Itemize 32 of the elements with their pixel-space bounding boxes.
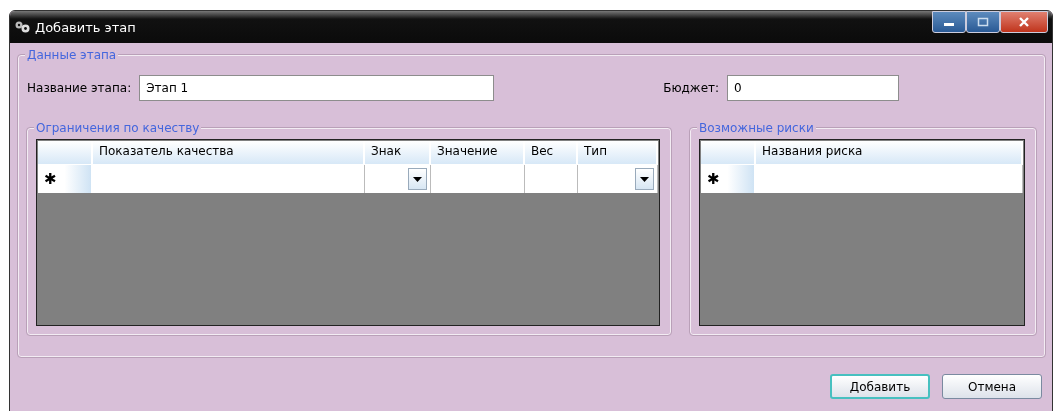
column-header[interactable]: Значение	[431, 141, 525, 165]
column-header[interactable]: Знак	[365, 141, 431, 165]
table-cell[interactable]	[93, 165, 365, 193]
corner-header	[701, 141, 756, 165]
column-header[interactable]: Вес	[525, 141, 578, 165]
minimize-button[interactable]	[932, 11, 966, 33]
close-icon	[1018, 17, 1030, 27]
field-label: Название этапа:	[27, 81, 132, 95]
table-cell[interactable]	[756, 165, 1023, 193]
column-header[interactable]: Тип	[578, 141, 658, 165]
dialog-button[interactable]: Отмена	[942, 374, 1042, 399]
group-title: Данные этапа	[25, 48, 119, 62]
new-row-marker: ✱	[38, 165, 93, 193]
group-title: Возможные риски	[697, 121, 816, 135]
table-cell[interactable]	[525, 165, 578, 193]
table-cell[interactable]	[431, 165, 525, 193]
close-button[interactable]	[1000, 11, 1048, 33]
stage-name-field[interactable]: Этап 1	[139, 75, 495, 101]
column-header[interactable]: Показатель качества	[93, 141, 365, 165]
column-header[interactable]: Названия риска	[756, 141, 1023, 165]
new-row-marker: ✱	[701, 165, 756, 193]
window-title: Добавить этап	[35, 19, 136, 35]
dialog-button[interactable]: Добавить	[830, 374, 930, 399]
gears-icon	[15, 21, 31, 33]
budget-field[interactable]: 0	[727, 75, 900, 101]
group-title: Ограничения по качеству	[34, 121, 202, 135]
combo-cell[interactable]	[578, 165, 658, 193]
maximize-button[interactable]	[966, 11, 1000, 33]
field-label: Бюджет:	[663, 81, 720, 95]
maximize-icon	[977, 17, 989, 27]
combo-cell[interactable]	[365, 165, 431, 193]
corner-header	[38, 141, 93, 165]
